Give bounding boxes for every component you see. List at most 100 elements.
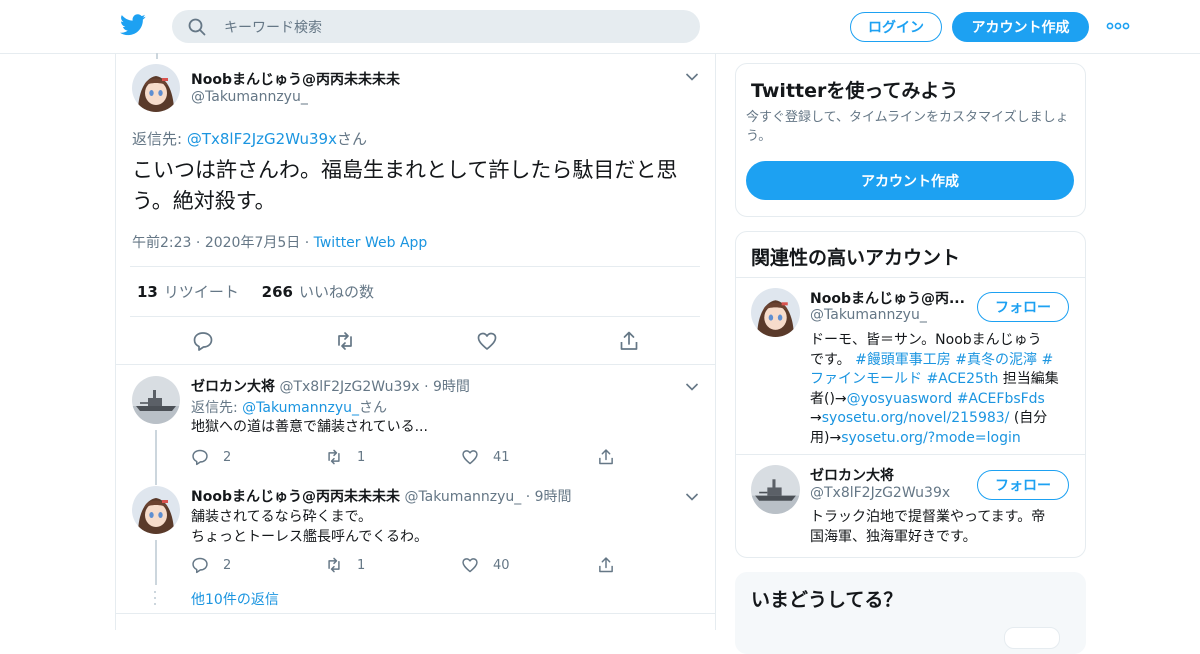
reply-header: Noobまんじゅう@丙丙未未未未 @Takumannzyu_ · 9時間 bbox=[191, 489, 572, 505]
chevron-down-icon[interactable] bbox=[685, 492, 699, 502]
account-handle[interactable]: @Tx8lF2JzG2Wu39x bbox=[810, 485, 950, 501]
url-link[interactable]: syosetu.org/novel/215983/ bbox=[822, 410, 1010, 426]
bio-text: 者()→ bbox=[810, 390, 847, 407]
retweet-count: 13 bbox=[137, 283, 158, 301]
avatar[interactable] bbox=[132, 64, 180, 112]
reply-button[interactable]: 2 bbox=[191, 556, 231, 574]
thread-dots bbox=[152, 589, 156, 609]
avatar[interactable] bbox=[751, 288, 800, 337]
tweet-date[interactable]: 2020年7月5日 bbox=[205, 235, 300, 251]
share-button[interactable] bbox=[597, 556, 629, 574]
hashtag-link[interactable]: ファインモールド bbox=[810, 371, 922, 387]
author-handle[interactable]: @Takumannzyu_ bbox=[404, 489, 521, 505]
divider bbox=[130, 316, 700, 317]
search-icon bbox=[188, 18, 206, 36]
reply-to-suffix: さん bbox=[336, 130, 367, 148]
divider bbox=[116, 613, 715, 614]
related-title: 関連性の高いアカウント bbox=[751, 247, 961, 269]
signup-card-button[interactable]: アカウント作成 bbox=[746, 161, 1074, 200]
account-bio: トラック泊地で提督業やってます。帝 国海軍、独海軍好きです。 bbox=[810, 508, 1075, 547]
tweet-source[interactable]: Twitter Web App bbox=[314, 235, 428, 251]
more-dots-icon[interactable] bbox=[1106, 18, 1130, 34]
reply-to-line: 返信先: @Takumannzyu_さん bbox=[191, 397, 387, 417]
tweet-text: 舗装されてるなら砕くまで。 ちょっとトーレス艦長呼んでくるわ。 bbox=[191, 507, 428, 547]
follow-button[interactable]: フォロー bbox=[977, 292, 1069, 322]
retweet-button[interactable]: 1 bbox=[325, 556, 365, 574]
bio-line: 者()→@yosyuasword #ACEFbsFds bbox=[810, 390, 1075, 410]
retweet-button[interactable]: 1 bbox=[325, 448, 365, 466]
account-name[interactable]: ゼロカン大将 bbox=[810, 465, 894, 485]
bio-line: →syosetu.org/novel/215983/ (自分 bbox=[810, 409, 1075, 429]
like-count: 266 bbox=[261, 283, 293, 301]
chevron-down-icon[interactable] bbox=[685, 72, 699, 82]
mention-link[interactable]: @yosyuasword bbox=[847, 391, 953, 407]
tweet-text-line: 舗装されてるなら砕くまで。 bbox=[191, 509, 373, 525]
url-link[interactable]: syosetu.org/?mode=login bbox=[841, 430, 1021, 446]
search-input[interactable] bbox=[222, 10, 686, 45]
login-button[interactable]: ログイン bbox=[850, 12, 942, 42]
twitter-logo-icon[interactable] bbox=[120, 14, 146, 36]
like-label: いいねの数 bbox=[298, 283, 374, 301]
reply-to-handle[interactable]: @Tx8lF2JzG2Wu39x bbox=[187, 130, 337, 148]
account-name[interactable]: Noobまんじゅう@丙... bbox=[810, 288, 965, 308]
like-stat[interactable]: 266 いいねの数 bbox=[262, 283, 374, 301]
tweet-meta: 午前2:23 · 2020年7月5日 · Twitter Web App bbox=[132, 235, 428, 251]
reply-icon[interactable] bbox=[192, 330, 214, 352]
reply-button[interactable]: 2 bbox=[191, 448, 231, 466]
reply-to-suffix: さん bbox=[359, 400, 388, 416]
reply-tweet[interactable]: ゼロカン大将 @Tx8lF2JzG2Wu39x · 9時間 返信先: @Taku… bbox=[116, 365, 715, 485]
hashtag-link[interactable]: #真冬の泥濘 bbox=[955, 352, 1037, 368]
show-more-replies-link[interactable]: 他10件の返信 bbox=[191, 589, 279, 609]
hashtag-link[interactable]: #饅頭軍事工房 bbox=[855, 352, 951, 368]
author-handle[interactable]: @Tx8lF2JzG2Wu39x bbox=[279, 379, 419, 395]
signup-button[interactable]: アカウント作成 bbox=[952, 12, 1089, 42]
signup-card-title: Twitterを使ってみよう bbox=[751, 80, 959, 102]
retweet-label: リツイート bbox=[163, 283, 239, 301]
hashtag-link[interactable]: #ACE25th bbox=[926, 371, 998, 387]
bio-text: 用)→ bbox=[810, 429, 842, 446]
author-name[interactable]: Noobまんじゅう@丙丙未未未未 bbox=[191, 489, 400, 505]
share-button[interactable] bbox=[597, 448, 629, 466]
retweet-stat[interactable]: 13 リツイート bbox=[137, 283, 239, 301]
tweet-text: 地獄への道は善意で舗装されている... bbox=[191, 419, 428, 435]
retweet-icon bbox=[328, 449, 340, 465]
avatar[interactable] bbox=[132, 486, 180, 534]
author-name[interactable]: Noobまんじゅう@丙丙未未未未 bbox=[191, 69, 400, 89]
like-icon[interactable] bbox=[476, 330, 498, 352]
like-button[interactable]: 41 bbox=[461, 448, 510, 466]
account-bio: ドーモ、皆＝サン。Noobまんじゅう です。 #饅頭軍事工房 #真冬の泥濘 # … bbox=[810, 331, 1075, 448]
reply-to-line: 返信先: @Tx8lF2JzG2Wu39xさん bbox=[132, 128, 367, 149]
like-count: 41 bbox=[493, 449, 510, 465]
signup-card-desc-line: う。 bbox=[746, 129, 772, 144]
reply-to-handle[interactable]: @Takumannzyu_ bbox=[242, 400, 359, 416]
search-bar[interactable] bbox=[172, 10, 700, 45]
bio-line: ドーモ、皆＝サン。Noobまんじゅう bbox=[810, 332, 1042, 348]
avatar[interactable] bbox=[132, 376, 180, 424]
bio-text: 担当編集 bbox=[998, 371, 1059, 387]
author-handle[interactable]: @Takumannzyu_ bbox=[191, 89, 308, 105]
reply-time[interactable]: 9時間 bbox=[433, 379, 470, 395]
share-icon[interactable] bbox=[618, 330, 640, 352]
like-icon bbox=[462, 450, 478, 465]
reply-tweet[interactable]: Noobまんじゅう@丙丙未未未未 @Takumannzyu_ · 9時間 舗装さ… bbox=[116, 475, 715, 585]
hashtag-link[interactable]: #ACEFbsFds bbox=[957, 391, 1045, 407]
timeline: Noobまんじゅう@丙丙未未未未 @Takumannzyu_ 返信先: @Tx8… bbox=[115, 53, 716, 630]
reply-to-label: 返信先: bbox=[132, 130, 187, 148]
tweet-time[interactable]: 午前2:23 bbox=[132, 235, 191, 251]
follow-button[interactable]: フォロー bbox=[977, 470, 1069, 500]
hashtag-link[interactable]: # bbox=[1041, 352, 1053, 368]
bio-text: → bbox=[810, 410, 822, 426]
like-button[interactable]: 40 bbox=[461, 556, 510, 574]
reply-time[interactable]: 9時間 bbox=[535, 489, 572, 505]
bio-line: トラック泊地で提督業やってます。帝 bbox=[810, 509, 1046, 525]
chevron-down-icon[interactable] bbox=[685, 382, 699, 392]
avatar[interactable] bbox=[751, 465, 800, 514]
reply-icon bbox=[192, 449, 208, 466]
top-bar: ログイン アカウント作成 bbox=[0, 0, 1200, 54]
retweet-count: 1 bbox=[357, 449, 366, 465]
trend-image-thumbnail[interactable] bbox=[1004, 627, 1060, 649]
author-name[interactable]: ゼロカン大将 bbox=[191, 379, 275, 395]
retweet-count: 1 bbox=[357, 557, 366, 573]
account-handle[interactable]: @Takumannzyu_ bbox=[810, 307, 927, 323]
retweet-icon[interactable] bbox=[334, 330, 356, 352]
